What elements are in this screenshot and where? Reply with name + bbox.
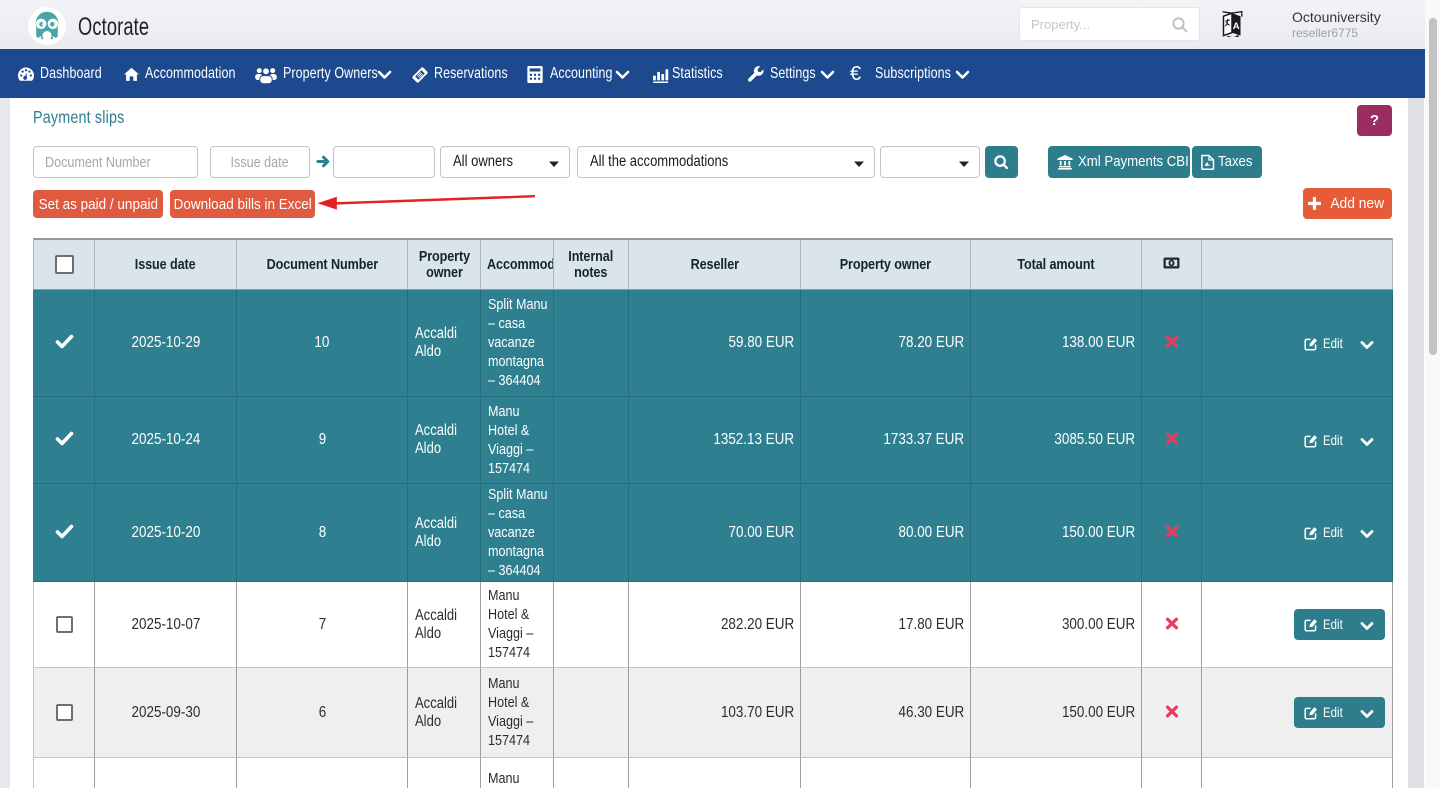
svg-text:A: A (1233, 21, 1240, 32)
